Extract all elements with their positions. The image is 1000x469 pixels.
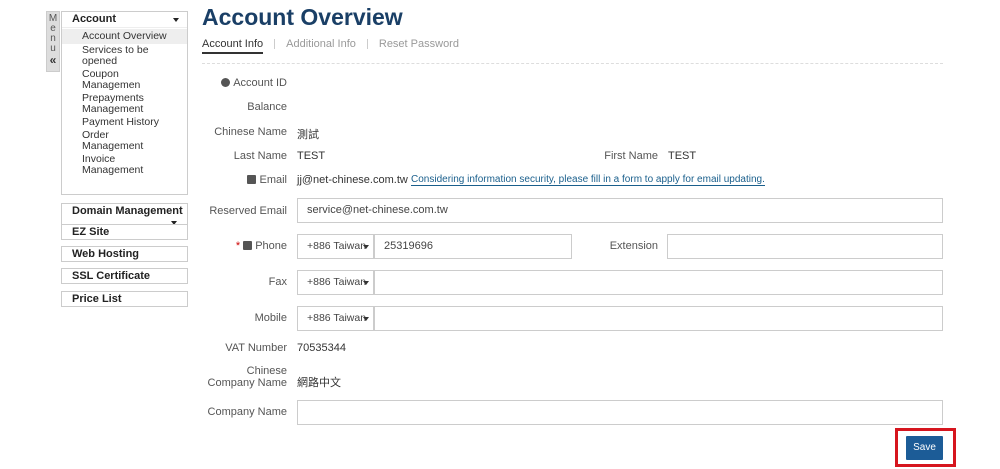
phone-label: * Phone [236, 240, 287, 252]
sidebar-section-label: Price List [72, 293, 122, 305]
mobile-country-value: +886 Taiwan [307, 312, 367, 324]
vat-number-value: 70535344 [297, 342, 346, 354]
chinese-company-name-value: 網路中文 [297, 377, 341, 389]
phone-label-text: Phone [255, 240, 287, 252]
sidebar-section-label: Domain Management [72, 205, 183, 217]
envelope-icon [247, 175, 257, 184]
sidebar-item-label: Account Overview [82, 30, 167, 42]
sidebar-section-label: Web Hosting [72, 248, 140, 260]
sidebar-domain-management[interactable]: Domain Management [61, 203, 188, 225]
sidebar-web-hosting[interactable]: Web Hosting [61, 246, 188, 262]
company-name-input[interactable] [297, 400, 943, 425]
chinese-name-label: Chinese Name [214, 126, 287, 138]
mobile-number-input[interactable] [374, 306, 943, 331]
phone-number-input[interactable]: 25319696 [374, 234, 572, 259]
collapse-menu-icon[interactable]: « [47, 54, 59, 66]
tab-divider [274, 39, 276, 50]
extension-label: Extension [609, 240, 658, 252]
chinese-name-value: 測試 [297, 129, 319, 141]
sidebar-item-order-management[interactable]: Order Management [62, 129, 187, 153]
fax-number-input[interactable] [374, 270, 943, 295]
account-tabs: Account Info Additional Info Reset Passwor… [202, 38, 459, 54]
balance-label: Balance [247, 101, 287, 113]
sidebar-item-label: Payment History [82, 116, 160, 128]
account-id-label-text: Account ID [233, 77, 287, 89]
fax-country-select[interactable]: +886 Taiwan [297, 270, 374, 295]
save-button[interactable]: Save [906, 436, 943, 460]
tab-reset-password[interactable]: Reset Password [379, 38, 459, 52]
reserved-email-label: Reserved Email [209, 205, 287, 217]
page-title: Account Overview [202, 4, 403, 30]
phone-country-select[interactable]: +886 Taiwan [297, 234, 374, 259]
tab-additional-info[interactable]: Additional Info [286, 38, 356, 52]
sidebar-ez-site[interactable]: EZ Site [61, 224, 188, 240]
phone-icon [243, 241, 253, 250]
sidebar-item-label: Management [82, 140, 144, 152]
sidebar-account-panel: Account Account Overview Services to be o… [61, 11, 188, 195]
sidebar-item-label: Managemen [82, 79, 141, 91]
fax-country-value: +886 Taiwan [307, 276, 367, 288]
first-name-value: TEST [668, 150, 697, 162]
caret-down-icon [173, 18, 179, 22]
phone-country-value: +886 Taiwan [307, 240, 367, 252]
last-name-label: Last Name [233, 150, 287, 162]
tab-account-info[interactable]: Account Info [202, 38, 264, 54]
label-line: Chinese [246, 365, 287, 377]
sidebar-item-label: Management [82, 103, 144, 115]
sidebar-section-label: SSL Certificate [72, 270, 151, 282]
label-line: Company Name [207, 377, 287, 389]
sidebar-item-coupon-management[interactable]: Coupon Managemen [62, 68, 187, 92]
email-update-link[interactable]: Considering information security, please… [411, 174, 765, 186]
sidebar-item-label: opened [82, 55, 118, 67]
fax-label: Fax [268, 276, 287, 288]
email-label: Email [247, 174, 287, 186]
sidebar-ssl-certificate[interactable]: SSL Certificate [61, 268, 188, 284]
email-label-text: Email [259, 174, 287, 186]
mobile-label: Mobile [254, 312, 287, 324]
sidebar-account-submenu: Account Overview Services to be opened Co… [62, 28, 187, 177]
required-marker: * [235, 240, 241, 252]
user-icon [221, 78, 231, 87]
tab-divider [366, 39, 368, 50]
sidebar-account-label: Account [72, 13, 116, 25]
dropdown-arrow-icon [363, 317, 369, 321]
email-value: jj@net-chinese.com.tw [297, 174, 408, 186]
sidebar-item-services-to-be-opened[interactable]: Services to be opened [62, 44, 187, 68]
reserved-email-input[interactable]: service@net-chinese.com.tw [297, 198, 943, 223]
sidebar-item-prepayments-management[interactable]: Prepayments Management [62, 92, 187, 116]
sidebar-price-list[interactable]: Price List [61, 291, 188, 307]
company-name-label: Company Name [207, 406, 287, 418]
sidebar-item-account-overview[interactable]: Account Overview [62, 29, 187, 44]
sidebar-item-payment-history[interactable]: Payment History [62, 116, 187, 129]
first-name-label: First Name [604, 150, 658, 162]
chinese-company-name-label: Chinese Company Name [208, 365, 287, 389]
last-name-value: TEST [297, 150, 326, 162]
dropdown-arrow-icon [363, 281, 369, 285]
sidebar-item-label: Management [82, 164, 144, 176]
dropdown-arrow-icon [363, 245, 369, 249]
vat-number-label: VAT Number [225, 342, 287, 354]
account-id-label: Account ID [221, 77, 287, 89]
extension-input[interactable] [667, 234, 943, 259]
sidebar-account-header[interactable]: Account [62, 12, 187, 28]
sidebar-section-label: EZ Site [72, 226, 110, 238]
menu-toggle-tab[interactable]: M e n u « [46, 11, 60, 72]
section-divider [202, 63, 943, 64]
mobile-country-select[interactable]: +886 Taiwan [297, 306, 374, 331]
sidebar-item-invoice-management[interactable]: Invoice Management [62, 153, 187, 177]
